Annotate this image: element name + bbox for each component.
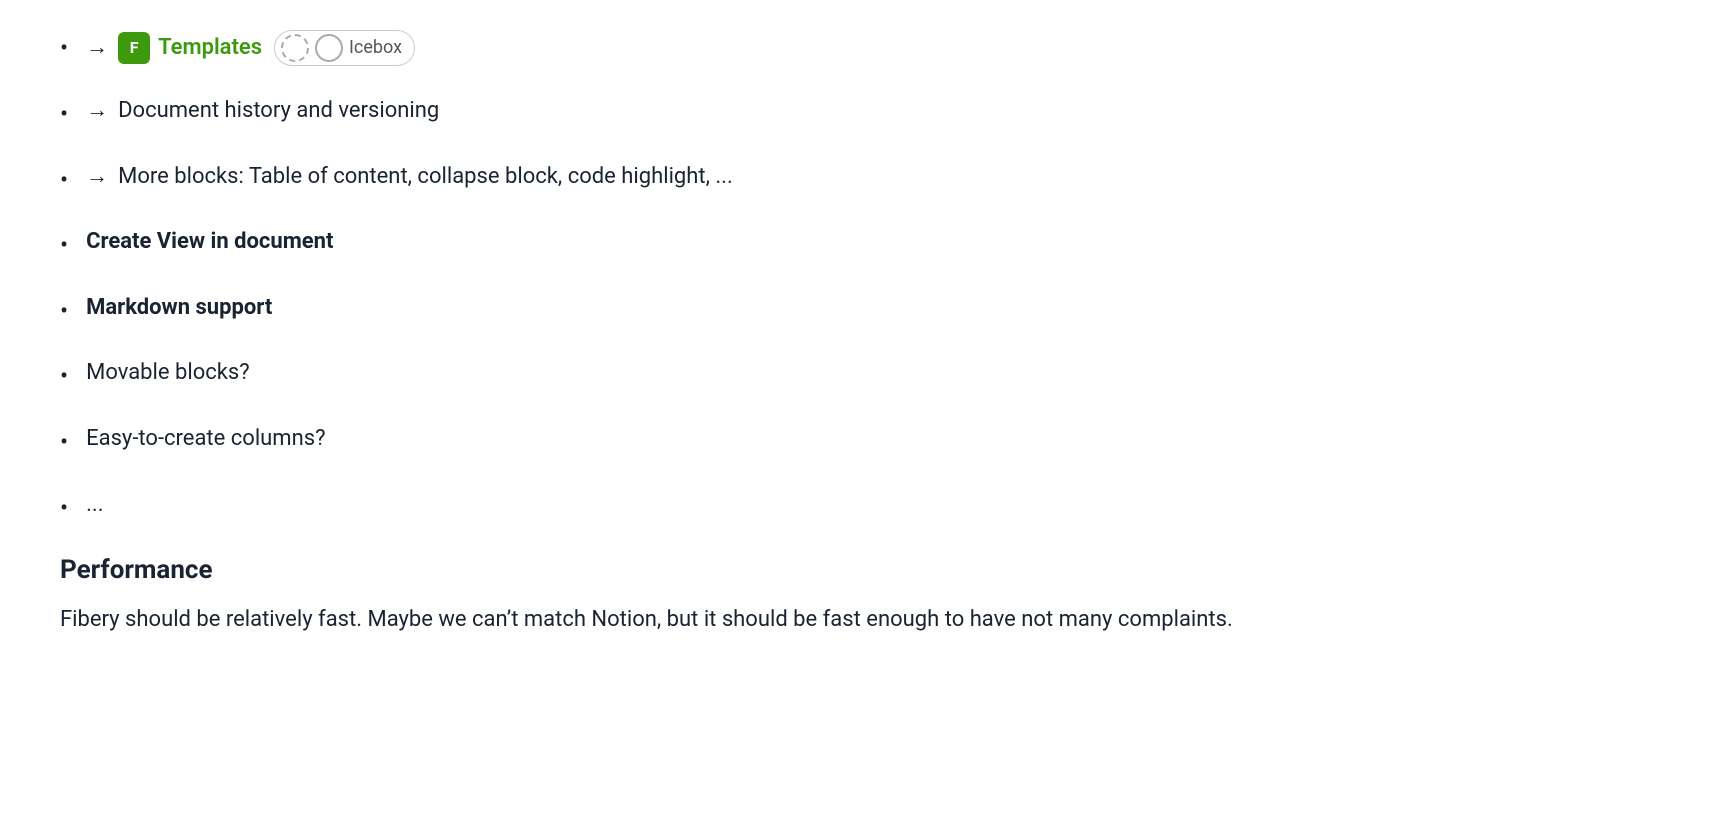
list-item: • → More blocks: Table of content, colla… [60, 162, 1460, 198]
item-content-movable-blocks: Movable blocks? [86, 358, 250, 389]
performance-heading: Performance [60, 555, 1460, 585]
icebox-label: Icebox [349, 35, 402, 60]
item-content-templates: → F Templates Icebox [86, 30, 415, 66]
feature-list: • → F Templates Icebox • → Document hist… [60, 30, 1460, 525]
bullet-dot: • [60, 426, 68, 460]
list-item: • Movable blocks? [60, 358, 1460, 394]
status-badge-container[interactable]: Icebox [274, 30, 415, 66]
list-item: • Create View in document [60, 227, 1460, 263]
feature-badge-f: F [118, 32, 150, 64]
item-content-markdown: Markdown support [86, 293, 272, 324]
item-label: Document history and versioning [118, 96, 439, 127]
list-item: • → F Templates Icebox [60, 30, 1460, 66]
content-area: • → F Templates Icebox • → Document hist… [60, 20, 1460, 636]
item-label: Movable blocks? [86, 358, 250, 389]
item-content-doc-history: → Document history and versioning [86, 96, 439, 127]
list-item: • → Document history and versioning [60, 96, 1460, 132]
item-content-ellipsis: ... [86, 490, 103, 521]
templates-label: Templates [158, 33, 262, 64]
performance-paragraph: Fibery should be relatively fast. Maybe … [60, 603, 1410, 636]
arrow-icon: → [86, 96, 108, 127]
bullet-dot: • [60, 32, 68, 66]
item-label: ... [86, 490, 103, 521]
list-item: • ... [60, 490, 1460, 526]
bullet-dot: • [60, 229, 68, 263]
item-label: Easy-to-create columns? [86, 424, 325, 455]
item-label: Create View in document [86, 227, 333, 258]
arrow-icon: → [86, 162, 108, 193]
list-item: • Easy-to-create columns? [60, 424, 1460, 460]
bullet-dot: • [60, 360, 68, 394]
arrow-icon: → [86, 33, 108, 64]
item-content-create-view: Create View in document [86, 227, 333, 258]
status-circle-empty-icon [315, 34, 343, 62]
bullet-dot: • [60, 492, 68, 526]
bullet-dot: • [60, 295, 68, 329]
item-content-more-blocks: → More blocks: Table of content, collaps… [86, 162, 733, 193]
list-item: • Markdown support [60, 293, 1460, 329]
item-label: Markdown support [86, 293, 272, 324]
status-circle-dashed-icon [281, 34, 309, 62]
item-content-easy-columns: Easy-to-create columns? [86, 424, 325, 455]
bullet-dot: • [60, 164, 68, 198]
bullet-dot: • [60, 98, 68, 132]
item-label: More blocks: Table of content, collapse … [118, 162, 733, 193]
